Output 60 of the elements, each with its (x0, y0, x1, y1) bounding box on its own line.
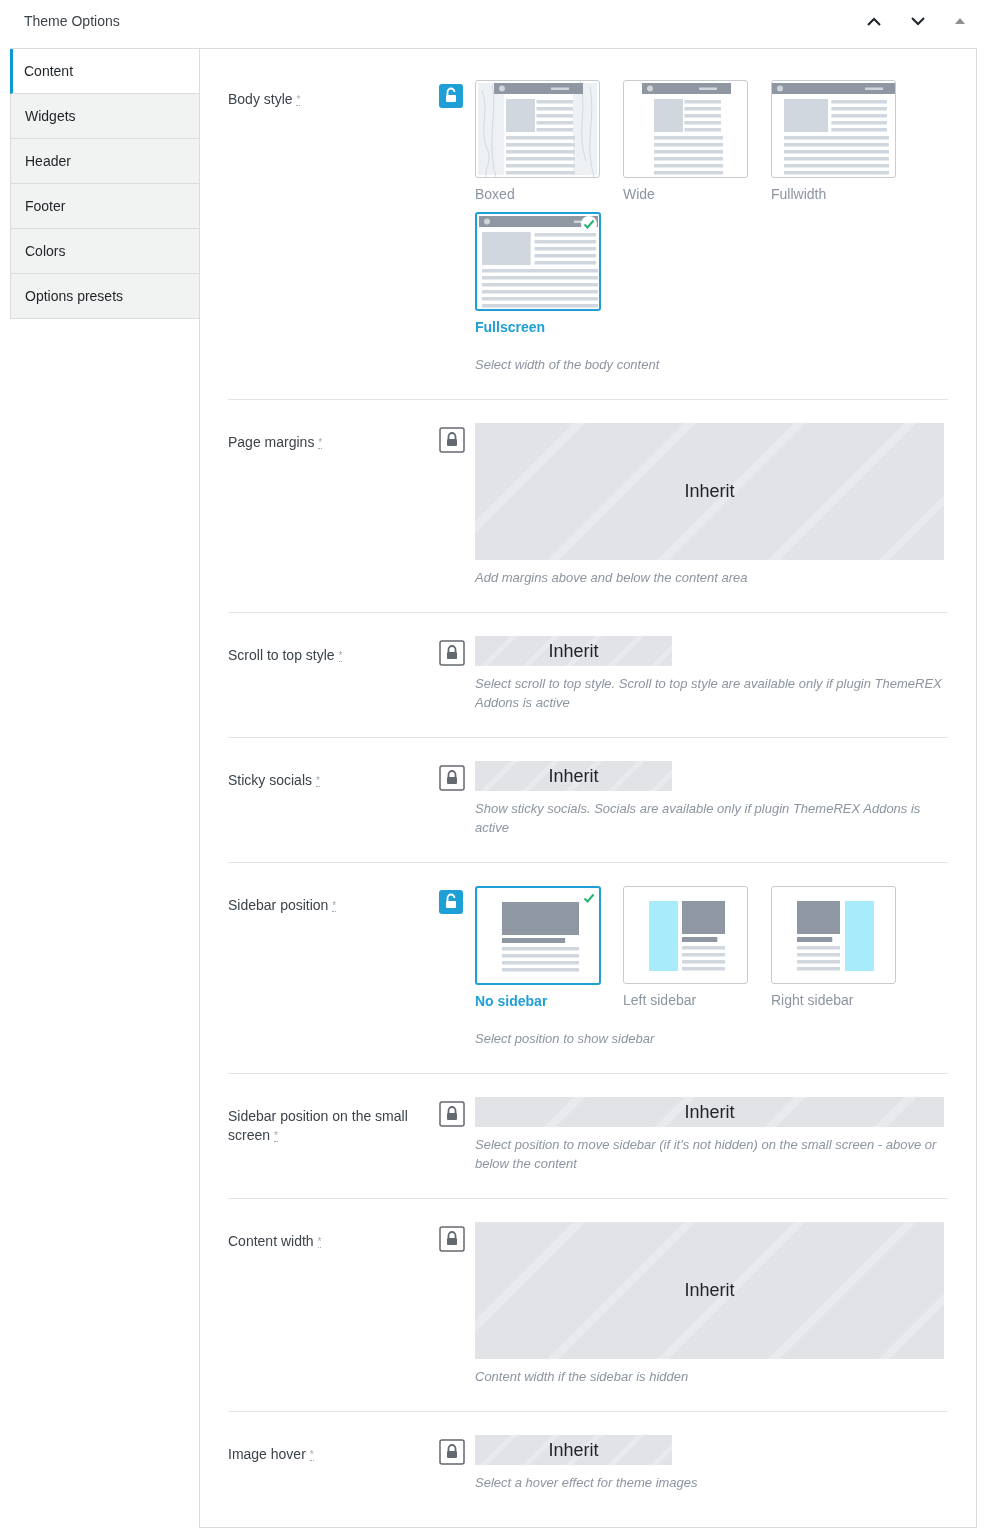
field-label: Sticky socials * (228, 772, 320, 788)
chevron-up-icon[interactable] (867, 16, 881, 26)
tab[interactable]: Content (10, 49, 200, 94)
required-mark: * (338, 650, 343, 662)
inherit-field[interactable]: Inherit (475, 1222, 944, 1359)
checkmark-icon (581, 216, 597, 232)
layout-option[interactable] (771, 886, 896, 984)
required-mark: * (315, 775, 320, 787)
required-mark: * (318, 437, 323, 449)
field-label: Image hover * (228, 1446, 314, 1462)
chevron-down-icon[interactable] (911, 16, 925, 26)
required-mark: * (309, 1449, 314, 1461)
inherit-field[interactable]: Inherit (475, 636, 672, 666)
lock-icon[interactable] (439, 1101, 465, 1127)
lock-icon[interactable] (439, 1439, 465, 1465)
field-label: Page margins * (228, 434, 323, 450)
field-label: Body style * (228, 91, 301, 107)
layout-option[interactable] (623, 886, 748, 984)
triangle-up-icon[interactable] (955, 18, 965, 24)
required-mark: * (296, 94, 301, 106)
tab[interactable]: Footer (10, 184, 200, 229)
field-label: Sidebar position * (228, 897, 337, 913)
layout-option[interactable] (475, 886, 601, 985)
inherit-field[interactable]: Inherit (475, 761, 672, 791)
field-description: Content width if the sidebar is hidden (475, 1368, 690, 1386)
lock-icon[interactable] (439, 427, 465, 453)
tab[interactable]: Options presets (10, 274, 200, 319)
field-description: Add margins above and below the content area (475, 569, 749, 587)
inherit-field[interactable]: Inherit (475, 423, 944, 560)
option-label: No sidebar (475, 993, 549, 1009)
required-mark: * (273, 1130, 278, 1142)
inherit-field[interactable]: Inherit (475, 1097, 944, 1127)
lock-icon[interactable] (439, 765, 465, 791)
required-mark: * (317, 1236, 322, 1248)
field-description: Show sticky socials. Socials are available only if plugin ThemeREX Addons is active (475, 800, 922, 837)
lock-icon[interactable] (439, 640, 465, 666)
required-mark: * (332, 900, 337, 912)
unlock-icon[interactable] (439, 84, 463, 108)
unlock-icon[interactable] (439, 890, 463, 914)
option-label: Wide (623, 186, 656, 202)
tab[interactable]: Header (10, 139, 200, 184)
field-description: Select position to move sidebar (if it's not hidden) on the small screen - above or below the content (475, 1136, 938, 1173)
layout-option[interactable] (623, 80, 748, 178)
field-description: Select scroll to top style. Scroll to top style are available only if plugin ThemeREX Addons is active (475, 675, 943, 712)
option-label: Fullscreen (475, 319, 547, 335)
lock-icon[interactable] (439, 1226, 465, 1252)
field-description: Select a hover effect for theme images (475, 1474, 699, 1492)
panel-title: Theme Options (24, 13, 120, 29)
field-description: Select width of the body content (475, 356, 661, 374)
tab[interactable]: Colors (10, 229, 200, 274)
field-label: Scroll to top style * (228, 647, 343, 663)
option-label: Left sidebar (623, 992, 698, 1008)
option-label: Fullwidth (771, 186, 828, 202)
option-label: Right sidebar (771, 992, 855, 1008)
inherit-field[interactable]: Inherit (475, 1435, 672, 1465)
option-label: Boxed (475, 186, 516, 202)
field-label: Content width * (228, 1233, 322, 1249)
field-label: Sidebar position on the small screen * (228, 1108, 408, 1143)
tab[interactable]: Widgets (10, 94, 200, 139)
field-description: Select position to show sidebar (475, 1030, 656, 1048)
